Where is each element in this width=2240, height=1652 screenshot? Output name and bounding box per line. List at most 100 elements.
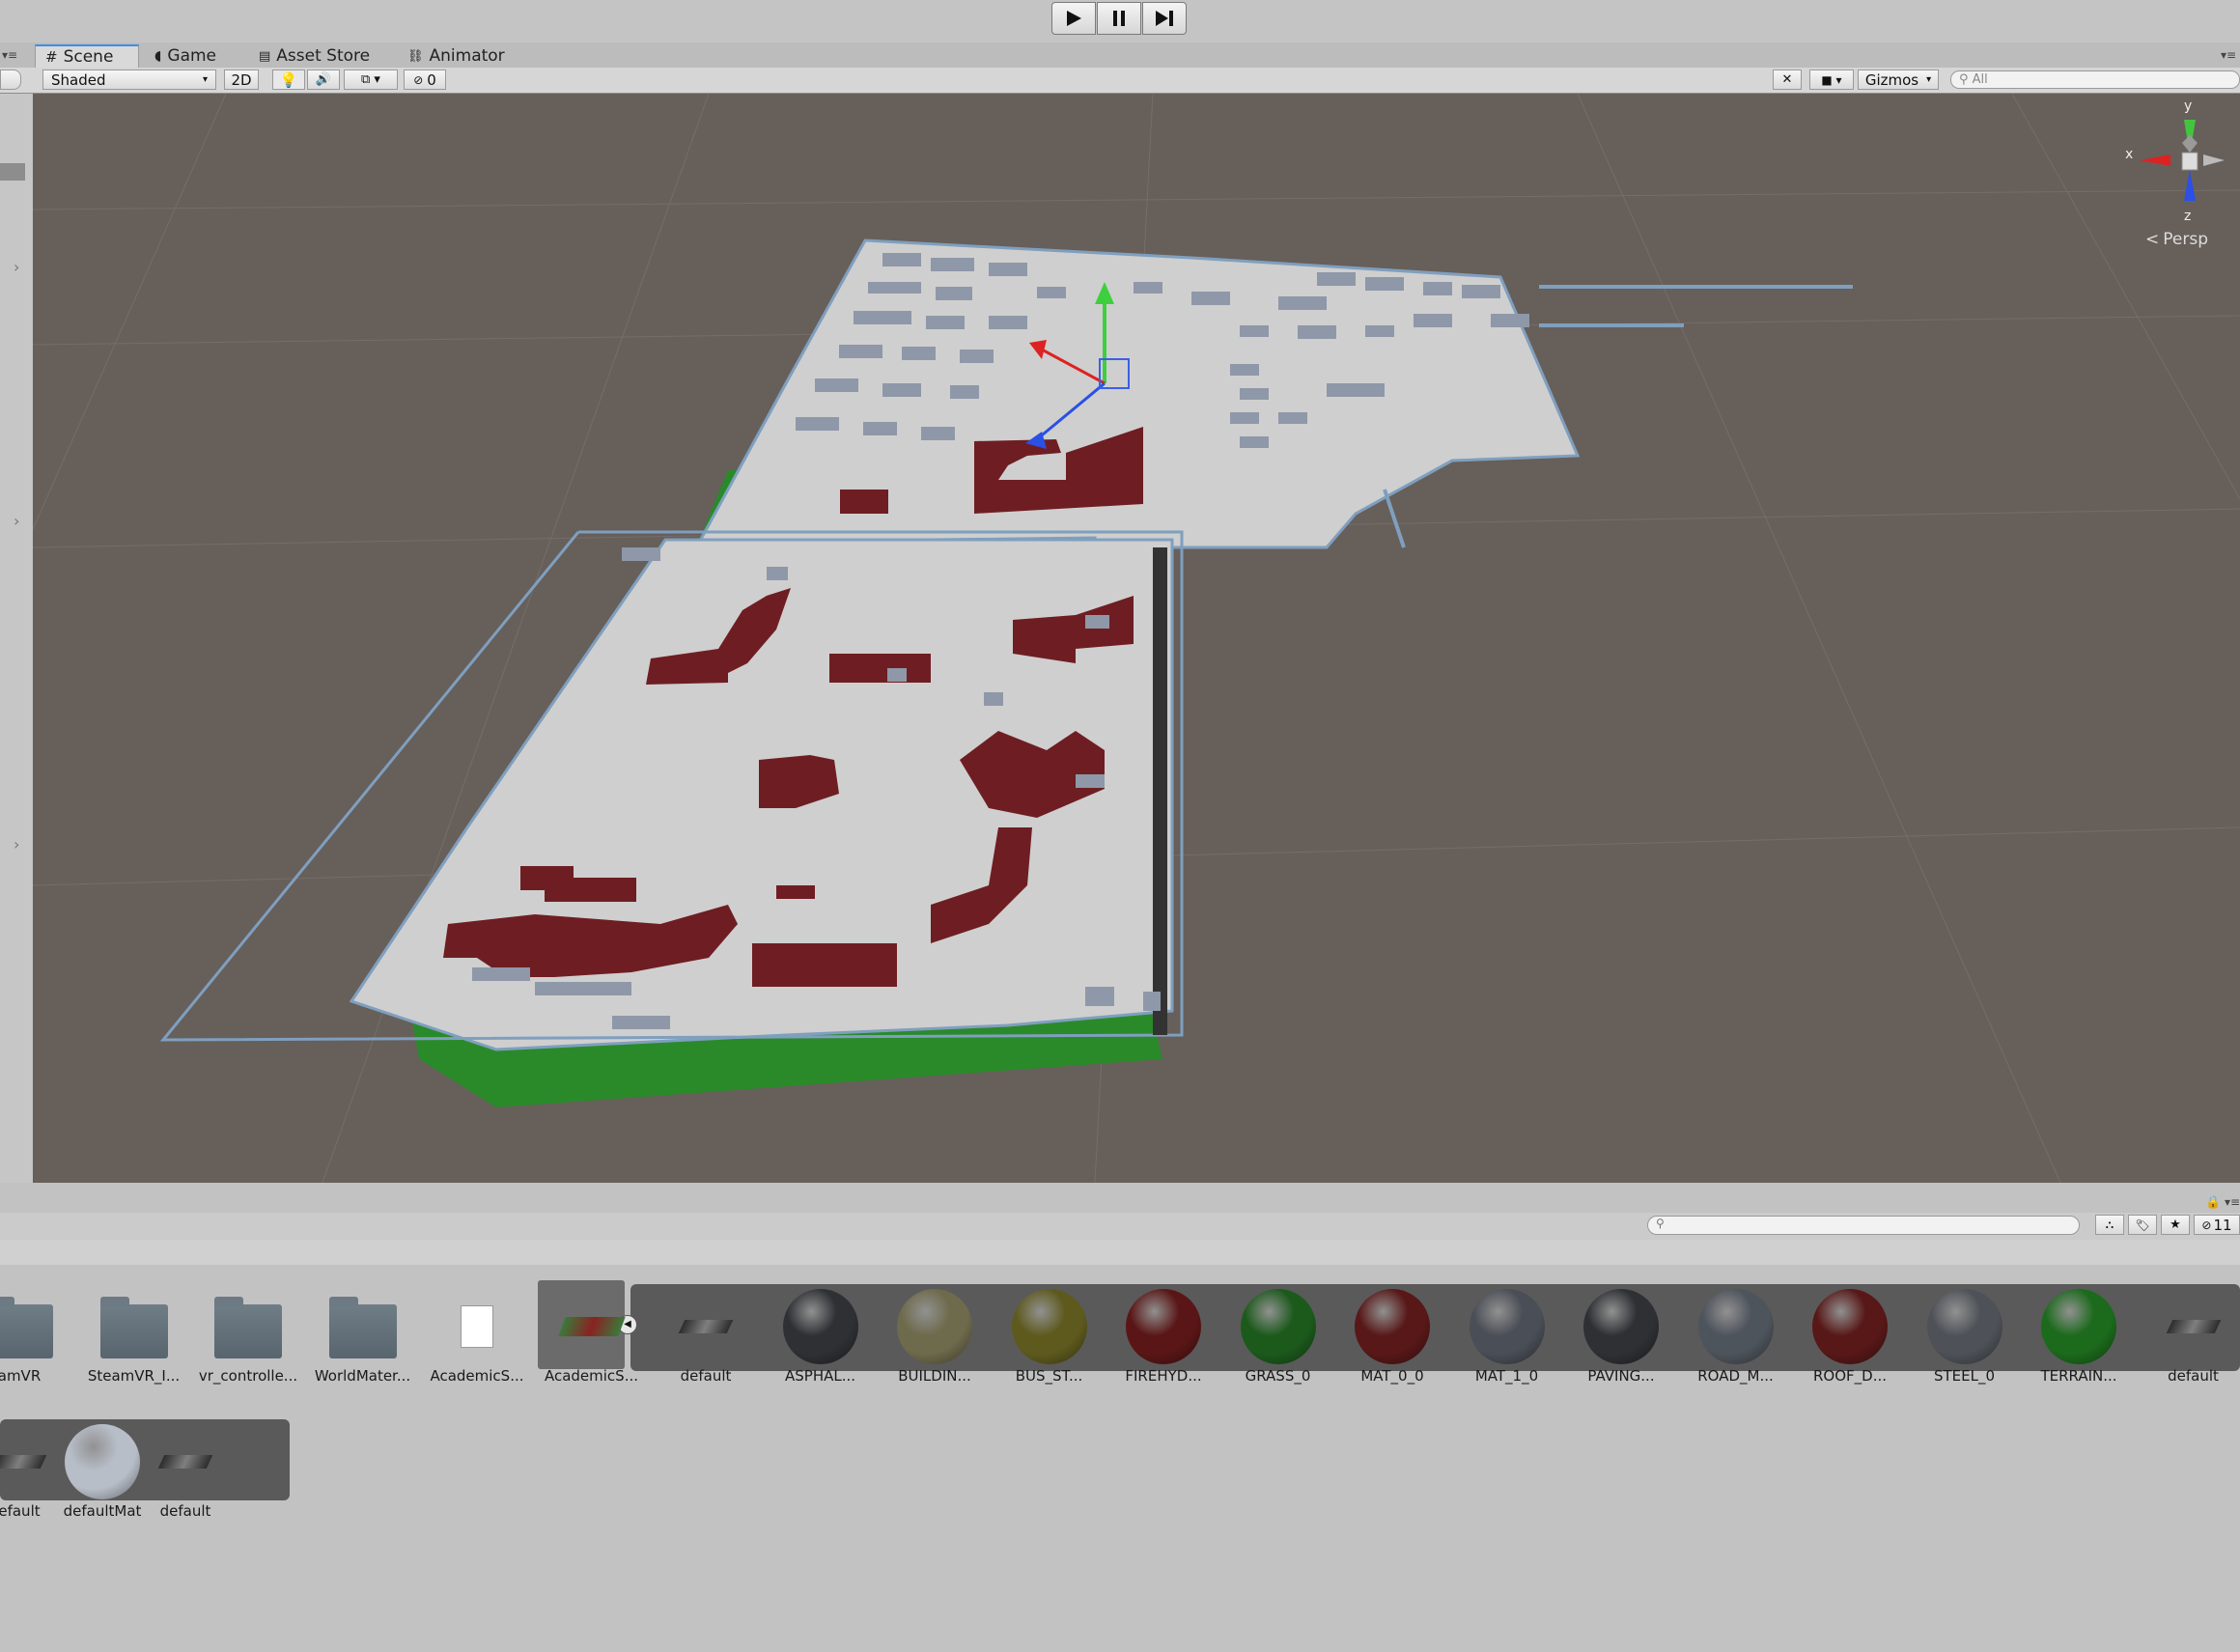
- expand-arrow-icon[interactable]: ›: [14, 512, 19, 530]
- eye-slash-icon: ⊘: [413, 72, 424, 87]
- material-sphere-icon: [1926, 1289, 2002, 1364]
- asset-label: MAT_1_0: [1474, 1367, 1539, 1385]
- asset-material[interactable]: BUILDIN...: [877, 1286, 993, 1385]
- expand-arrow-icon[interactable]: ›: [14, 258, 19, 276]
- left-toggle[interactable]: [0, 70, 21, 90]
- model-icon: [557, 1317, 626, 1336]
- material-sphere-icon: [782, 1289, 858, 1364]
- projection-toggle[interactable]: < Persp: [2145, 230, 2208, 249]
- asset-material[interactable]: BUS_ST...: [992, 1286, 1107, 1385]
- expand-arrow-icon[interactable]: ›: [14, 835, 19, 854]
- asset-material[interactable]: ROAD_M...: [1678, 1286, 1794, 1385]
- asset-mesh[interactable]: default: [648, 1286, 764, 1385]
- mesh-icon: [157, 1455, 213, 1469]
- road-line: [1383, 489, 1406, 548]
- folder-icon: [328, 1297, 397, 1358]
- effects-dropdown[interactable]: ⧉ ▾: [344, 70, 398, 90]
- tag-icon: 🏷: [2135, 1218, 2150, 1232]
- material-sphere-icon: [1812, 1289, 1888, 1364]
- asset-material[interactable]: ROOF_D...: [1792, 1286, 1908, 1385]
- asset-label: default: [680, 1367, 732, 1385]
- effects-icon: ⧉ ▾: [361, 72, 380, 87]
- material-sphere-icon: [897, 1289, 972, 1364]
- play-icon: [1067, 11, 1081, 26]
- asset-label: WorldMater...: [314, 1367, 411, 1385]
- store-icon: ▤: [259, 48, 271, 64]
- axis-gizmo-icon: [2140, 120, 2225, 201]
- mesh-icon: [0, 1455, 47, 1469]
- asset-label: TERRAIN...: [2040, 1367, 2117, 1385]
- play-button[interactable]: [1051, 2, 1096, 35]
- tab-animator[interactable]: ⛓ Animator: [398, 44, 523, 68]
- pacman-icon: ◖: [154, 48, 162, 64]
- asset-folder[interactable]: WorldMater...: [305, 1286, 421, 1385]
- search-icon: ⚲: [1959, 72, 1973, 87]
- menu-icon[interactable]: ▾≡: [2, 48, 17, 62]
- camera-dropdown[interactable]: ■ ▾: [1809, 70, 1854, 90]
- asset-material[interactable]: FIREHYD...: [1106, 1286, 1221, 1385]
- tools-icon: ✕: [1781, 72, 1793, 87]
- asset-label: AcademicS...: [430, 1367, 524, 1385]
- project-breadcrumb: [0, 1240, 2240, 1266]
- asset-label: SteamVR_I...: [87, 1367, 181, 1385]
- material-sphere-icon: [1355, 1289, 1430, 1364]
- scene-viewport[interactable]: y x z < Persp: [33, 94, 2240, 1183]
- asset-folder[interactable]: SteamVR_I...: [76, 1286, 192, 1385]
- material-sphere-icon: [1469, 1289, 1545, 1364]
- filter-label-button[interactable]: 🏷: [2128, 1215, 2157, 1235]
- asset-material[interactable]: STEEL_0: [1907, 1286, 2023, 1385]
- asset-mesh[interactable]: default: [2136, 1286, 2240, 1385]
- step-icon: [1156, 11, 1173, 26]
- material-sphere-icon: [1697, 1289, 1774, 1364]
- orientation-gizmo[interactable]: y x z < Persp: [2116, 98, 2238, 263]
- asset-material[interactable]: MAT_0_0: [1334, 1286, 1450, 1385]
- project-search-input[interactable]: ⚲: [1647, 1216, 2080, 1235]
- pause-icon: [1113, 11, 1125, 26]
- material-sphere-icon: [1583, 1289, 1659, 1364]
- material-sphere-icon: [1240, 1289, 1316, 1364]
- asset-mesh[interactable]: default: [127, 1421, 243, 1520]
- step-button[interactable]: [1142, 2, 1187, 35]
- panel-menu-icon[interactable]: ▾≡: [2225, 1195, 2240, 1209]
- asset-file[interactable]: AcademicS...: [419, 1286, 535, 1385]
- asset-label: FIREHYD...: [1125, 1367, 1202, 1385]
- asset-label: default: [2168, 1367, 2219, 1385]
- asset-material[interactable]: GRASS_0: [1220, 1286, 1336, 1385]
- asset-material[interactable]: PAVING...: [1563, 1286, 1679, 1385]
- pause-button[interactable]: [1097, 2, 1141, 35]
- asset-folder[interactable]: amVR: [0, 1286, 77, 1385]
- 2d-toggle[interactable]: 2D: [224, 70, 259, 90]
- tab-scene[interactable]: # Scene: [35, 44, 139, 68]
- asset-folder[interactable]: vr_controlle...: [190, 1286, 306, 1385]
- hidden-objects-toggle[interactable]: ⊘ 0: [404, 70, 446, 90]
- panel-menu-icon[interactable]: ▾≡: [2221, 48, 2236, 62]
- asset-label: GRASS_0: [1245, 1367, 1311, 1385]
- lighting-toggle[interactable]: 💡: [272, 70, 305, 90]
- asset-material[interactable]: MAT_1_0: [1449, 1286, 1565, 1385]
- asset-model[interactable]: AcademicS...: [534, 1286, 650, 1385]
- asset-label: BUS_ST...: [1015, 1367, 1083, 1385]
- material-sphere-icon: [1011, 1289, 1087, 1364]
- asset-label: amVR: [0, 1367, 42, 1385]
- folder-icon: [0, 1297, 53, 1358]
- tools-button[interactable]: ✕: [1773, 70, 1802, 90]
- tab-game[interactable]: ◖ Game: [145, 44, 251, 68]
- scene-render: [33, 94, 2240, 1183]
- draw-mode-dropdown[interactable]: Shaded ▾: [42, 70, 216, 90]
- filter-type-button[interactable]: ⛬: [2095, 1215, 2124, 1235]
- hierarchy-collapsed-strip: › › ›: [0, 94, 34, 1183]
- material-sphere-icon: [2041, 1289, 2116, 1364]
- audio-toggle[interactable]: 🔊: [307, 70, 340, 90]
- project-search-row: ⚲ ⛬ 🏷 ★ ⊘ 11: [0, 1213, 2240, 1241]
- hidden-packages-toggle[interactable]: ⊘ 11: [2194, 1215, 2240, 1235]
- tab-asset-store[interactable]: ▤ Asset Store: [249, 44, 384, 68]
- scene-search-input[interactable]: ⚲ All: [1950, 70, 2240, 89]
- asset-material[interactable]: TERRAIN...: [2021, 1286, 2137, 1385]
- asset-label: vr_controlle...: [198, 1367, 298, 1385]
- asset-material[interactable]: ASPHAL...: [763, 1286, 879, 1385]
- gizmos-dropdown[interactable]: Gizmos ▾: [1858, 70, 1939, 90]
- lock-icon[interactable]: 🔒: [2205, 1195, 2221, 1210]
- project-assets-grid: ◀ amVR SteamVR_I... vr_controlle... WorldMa…: [0, 1265, 2240, 1652]
- favorite-button[interactable]: ★: [2161, 1215, 2190, 1235]
- speaker-icon: 🔊: [315, 72, 332, 87]
